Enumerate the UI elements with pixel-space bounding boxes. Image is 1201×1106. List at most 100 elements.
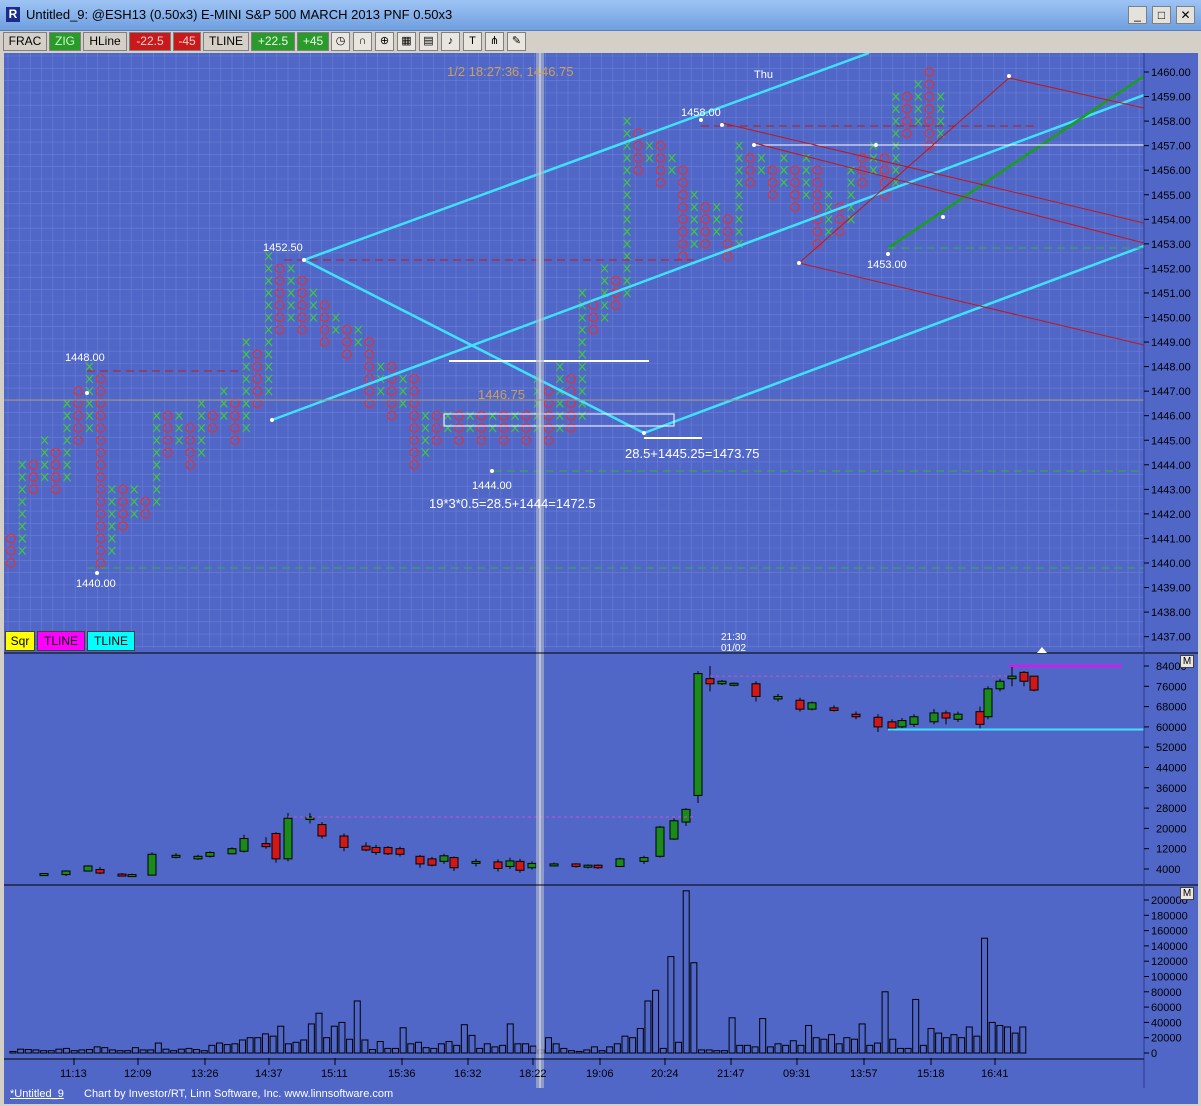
volume-bar <box>590 1046 598 1054</box>
candle-up <box>615 858 625 867</box>
x-mark <box>600 300 609 310</box>
magnet-icon[interactable]: ∩ <box>353 32 372 51</box>
clock-icon[interactable]: ◷ <box>331 32 350 51</box>
volume-bar <box>667 956 675 1054</box>
price-axis-label: 1458.00 <box>1151 116 1191 128</box>
volume-bar <box>881 991 889 1054</box>
pivot-label: 1448.00 <box>65 352 105 364</box>
chart-icon[interactable]: ▤ <box>419 32 438 51</box>
x-mark <box>757 153 766 163</box>
close-button[interactable]: ✕ <box>1176 6 1195 24</box>
volume-bar <box>904 1047 912 1054</box>
time-axis-label: 16:32 <box>454 1068 482 1080</box>
candle-up <box>127 874 137 878</box>
volume-bar <box>522 1043 530 1054</box>
text-icon[interactable]: T <box>463 32 482 51</box>
x-mark <box>690 214 699 224</box>
candle-up <box>527 862 537 869</box>
grid-icon[interactable]: ▦ <box>397 32 416 51</box>
candle-up <box>227 848 237 855</box>
candle-up <box>283 817 293 860</box>
x-mark <box>914 92 923 101</box>
price-axis-label: 1449.00 <box>1151 337 1191 349</box>
volume-bar <box>70 1050 78 1054</box>
hline-button[interactable]: HLine <box>83 32 127 51</box>
sqr-button[interactable]: Sqr <box>5 631 35 651</box>
volume-bar <box>392 1047 399 1054</box>
pivot-label: 1458.00 <box>681 107 721 119</box>
volume-bar <box>200 1050 208 1054</box>
volume-bar <box>583 1049 591 1054</box>
volume-bar <box>567 1050 575 1054</box>
candle-axis-label: 4000 <box>1156 864 1180 876</box>
volume-bar <box>468 1034 476 1054</box>
minimize-button[interactable]: _ <box>1128 6 1147 24</box>
price-axis-label: 1439.00 <box>1151 583 1191 595</box>
time-axis-label: 18:22 <box>519 1068 547 1080</box>
tline-button[interactable]: TLINE <box>203 32 249 51</box>
volume-bar <box>93 1046 101 1054</box>
candle-axis-label: 36000 <box>1156 783 1187 795</box>
candle-down <box>415 855 425 865</box>
volume-bar <box>369 1049 377 1054</box>
price-axis-label: 1438.00 <box>1151 607 1191 619</box>
chart-canvas[interactable]: 1/2 18:27:36, 1446.75 Thu 1446.75 1452.5… <box>4 53 1198 1088</box>
volume-bar <box>889 1038 897 1054</box>
volume-axis-label: 20000 <box>1151 1033 1182 1045</box>
volume-bar <box>9 1050 17 1054</box>
volume-bar <box>338 1021 346 1054</box>
candle-down <box>515 860 525 871</box>
draw-icon[interactable]: ✎ <box>507 32 526 51</box>
minus-22-5-button[interactable]: -22.5 <box>129 32 171 51</box>
x-mark <box>779 178 788 187</box>
zoom-icon[interactable]: ⊕ <box>375 32 394 51</box>
date-marker: 01/02 <box>721 643 746 654</box>
time-axis-label: 09:31 <box>783 1068 811 1080</box>
volume-bar <box>720 1050 728 1054</box>
bell-icon[interactable]: ♪ <box>441 32 460 51</box>
x-mark <box>623 227 631 236</box>
x-mark <box>735 190 743 200</box>
candle-menu-button[interactable]: M <box>1180 655 1194 668</box>
volume-bar <box>124 1050 132 1054</box>
volume-bar <box>40 1050 48 1054</box>
volume-bar <box>514 1043 522 1054</box>
chart-tab[interactable]: *Untitled_9 <box>10 1088 64 1100</box>
volume-bar <box>728 1017 736 1054</box>
candle-up <box>681 808 691 823</box>
candle-axis-label: 12000 <box>1156 844 1187 856</box>
volume-bar <box>851 1038 858 1054</box>
volume-axis-label: 40000 <box>1151 1017 1182 1029</box>
price-axis-label: 1453.00 <box>1151 239 1191 251</box>
volume-bar <box>292 1041 300 1054</box>
chart-area[interactable]: 1/2 18:27:36, 1446.75 Thu 1446.75 1452.5… <box>4 53 1198 1088</box>
x-mark <box>891 116 900 126</box>
price-axis-label: 1445.00 <box>1151 435 1191 447</box>
volume-bar <box>307 1023 315 1054</box>
zig-button[interactable]: ZIG <box>49 32 81 51</box>
volume-menu-button[interactable]: M <box>1180 887 1194 900</box>
volume-bar <box>216 1042 224 1054</box>
volume-bar <box>177 1048 185 1054</box>
minus-45-button[interactable]: -45 <box>173 32 201 51</box>
x-mark <box>645 153 654 163</box>
tline-magenta-button[interactable]: TLINE <box>37 631 85 651</box>
candle-axis-label: 52000 <box>1156 742 1187 754</box>
plus-22-5-button[interactable]: +22.5 <box>251 32 295 51</box>
tline-cyan-button[interactable]: TLINE <box>87 631 135 651</box>
fork-icon[interactable]: ⋔ <box>485 32 504 51</box>
maximize-button[interactable]: □ <box>1152 6 1171 24</box>
plus-45-button[interactable]: +45 <box>297 32 329 51</box>
x-mark <box>623 116 631 126</box>
x-mark <box>735 141 743 151</box>
frac-button[interactable]: FRAC <box>3 32 47 51</box>
axis-labels: 1460.00 1459.00 1458.00 1457.00 1456.00 1455.… <box>4 67 1191 1080</box>
candle-down <box>95 869 105 874</box>
volume-bar <box>766 1046 774 1054</box>
volume-bar <box>239 1039 246 1054</box>
volume-bar <box>86 1049 93 1054</box>
volume-bar <box>108 1049 116 1054</box>
volume-bar <box>422 1047 430 1054</box>
volume-bar <box>185 1047 193 1054</box>
time-axis-label: 13:57 <box>850 1068 878 1080</box>
